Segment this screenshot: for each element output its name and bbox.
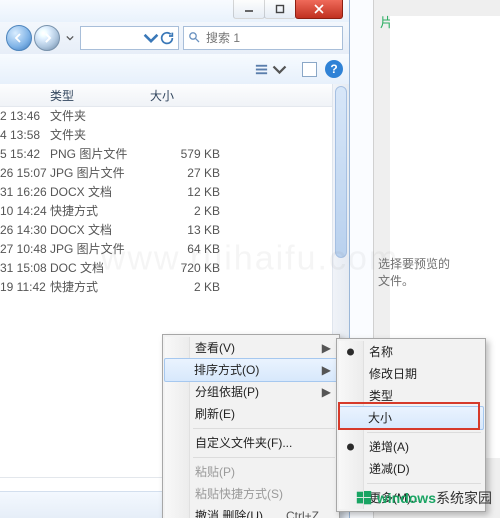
forward-button[interactable] bbox=[34, 25, 60, 51]
menu-sort[interactable]: 排序方式(O)▶ bbox=[164, 358, 338, 382]
menu-separator bbox=[193, 428, 335, 429]
submenu-arrow-icon: ▶ bbox=[322, 359, 331, 381]
sort-type[interactable]: 类型 bbox=[339, 385, 483, 407]
search-input[interactable] bbox=[204, 30, 338, 46]
table-row[interactable]: 5 15:42PNG 图片文件579 KB bbox=[0, 144, 349, 163]
minimize-button[interactable] bbox=[233, 0, 265, 19]
table-row[interactable]: 31 16:26DOCX 文档12 KB bbox=[0, 182, 349, 201]
view-options-button[interactable] bbox=[247, 59, 294, 80]
sort-date[interactable]: 修改日期 bbox=[339, 363, 483, 385]
windows-logo-icon bbox=[355, 489, 373, 507]
menu-separator bbox=[367, 483, 481, 484]
preview-pane-toggle[interactable] bbox=[302, 62, 317, 77]
nav-bar bbox=[0, 22, 349, 55]
table-row[interactable]: 26 14:30DOCX 文档13 KB bbox=[0, 220, 349, 239]
table-row[interactable]: 4 13:58文件夹 bbox=[0, 125, 349, 144]
search-icon bbox=[188, 31, 200, 46]
credit-text1: windows bbox=[377, 490, 436, 506]
menu-group[interactable]: 分组依据(P)▶ bbox=[165, 381, 337, 403]
chevron-down-icon bbox=[272, 62, 287, 77]
radio-selected-icon bbox=[347, 349, 354, 356]
back-button[interactable] bbox=[6, 25, 32, 51]
sort-ascending[interactable]: 递增(A) bbox=[339, 436, 483, 458]
table-row[interactable]: 19 11:42快捷方式2 KB bbox=[0, 277, 349, 296]
tab-hint-text: 片 bbox=[380, 12, 393, 31]
view-options-icon bbox=[254, 62, 269, 77]
help-button[interactable]: ? bbox=[325, 60, 343, 78]
table-row[interactable]: 26 15:07JPG 图片文件27 KB bbox=[0, 163, 349, 182]
shortcut-label: Ctrl+Z bbox=[286, 505, 319, 518]
menu-separator bbox=[193, 457, 335, 458]
table-row[interactable]: 10 14:24快捷方式2 KB bbox=[0, 201, 349, 220]
title-bar bbox=[0, 0, 349, 23]
search-box[interactable] bbox=[183, 26, 343, 50]
sort-submenu: 名称 修改日期 类型 大小 递增(A) 递减(D) 更多(M)... bbox=[336, 338, 486, 512]
column-type[interactable]: 类型 bbox=[50, 87, 150, 104]
column-headers: 类型 大小 bbox=[0, 84, 349, 107]
toolbar: ? bbox=[0, 54, 349, 85]
scroll-thumb[interactable] bbox=[335, 86, 347, 258]
submenu-arrow-icon: ▶ bbox=[322, 381, 331, 403]
radio-selected-icon bbox=[347, 444, 354, 451]
menu-undo[interactable]: 撤消 删除(U)Ctrl+Z bbox=[165, 505, 337, 518]
sort-descending[interactable]: 递减(D) bbox=[339, 458, 483, 480]
sort-size[interactable]: 大小 bbox=[338, 406, 484, 430]
context-menu: 查看(V)▶ 排序方式(O)▶ 分组依据(P)▶ 刷新(E) 自定义文件夹(F)… bbox=[162, 334, 340, 518]
column-size[interactable]: 大小 bbox=[150, 87, 250, 104]
table-row[interactable]: 2 13:46文件夹 bbox=[0, 106, 349, 125]
menu-refresh[interactable]: 刷新(E) bbox=[165, 403, 337, 425]
submenu-arrow-icon: ▶ bbox=[322, 337, 331, 359]
credit-badge: windows系统家园 bbox=[355, 488, 492, 508]
watermark-text: www.ruihaifu.com bbox=[101, 240, 399, 279]
history-chevron-icon[interactable] bbox=[64, 34, 76, 42]
menu-separator bbox=[367, 432, 481, 433]
menu-customize-folder[interactable]: 自定义文件夹(F)... bbox=[165, 432, 337, 454]
menu-view[interactable]: 查看(V)▶ bbox=[165, 337, 337, 359]
menu-paste-shortcut: 粘贴快捷方式(S) bbox=[165, 483, 337, 505]
maximize-button[interactable] bbox=[264, 0, 296, 19]
menu-paste: 粘贴(P) bbox=[165, 461, 337, 483]
address-bar[interactable] bbox=[80, 26, 179, 50]
credit-text2: 系统家园 bbox=[436, 490, 492, 506]
address-dropdown-icon[interactable] bbox=[143, 30, 159, 46]
sort-name[interactable]: 名称 bbox=[339, 341, 483, 363]
close-button[interactable] bbox=[295, 0, 343, 19]
refresh-icon[interactable] bbox=[159, 30, 175, 46]
